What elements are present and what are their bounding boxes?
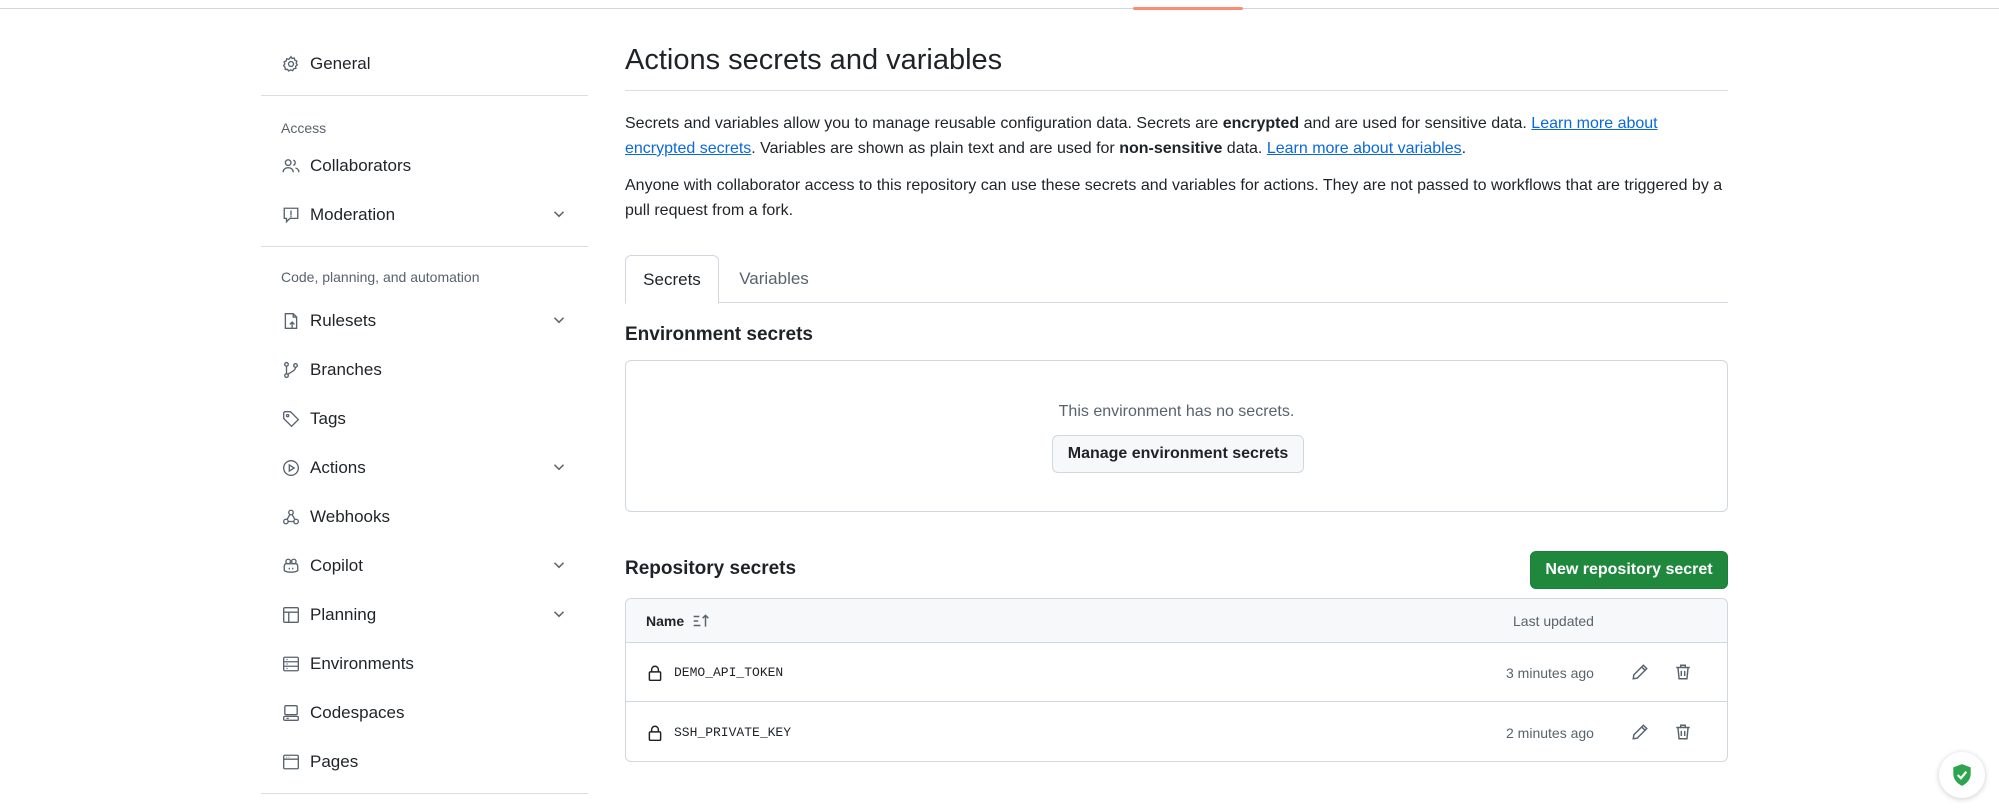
people-icon [281,156,301,176]
delete-secret-button[interactable] [1669,658,1697,686]
table-header: Name Last updated [626,599,1727,643]
main-content: Actions secrets and variables Secrets an… [625,40,1728,762]
sidebar-item-pages[interactable]: Pages [261,737,588,786]
lock-icon [648,665,662,681]
tab-secrets[interactable]: Secrets [625,255,719,304]
branch-icon [281,360,301,380]
intro-bold-non-sensitive: non-sensitive [1119,140,1223,157]
server-icon [281,654,301,674]
sidebar-item-label: Webhooks [310,506,391,526]
new-repository-secret-button[interactable]: New repository secret [1530,551,1728,589]
edit-secret-button[interactable] [1626,718,1654,746]
sidebar-item-label: Tags [310,408,346,428]
edit-secret-button[interactable] [1626,658,1654,686]
top-nav-border [0,0,1999,10]
sort-ascending-icon[interactable] [692,612,710,630]
empty-state-text: This environment has no secrets. [1058,403,1295,420]
sidebar-item-rulesets[interactable]: Rulesets [261,296,588,345]
intro-text: data. [1222,140,1267,157]
intro-text: . [1461,140,1467,157]
sidebar-item-webhooks[interactable]: Webhooks [261,492,588,541]
sidebar-item-environments[interactable]: Environments [261,639,588,688]
column-label: Name [646,613,685,629]
webhook-icon [281,507,301,527]
pencil-icon [1632,664,1648,680]
copilot-icon [281,556,301,576]
secret-name: SSH_PRIVATE_KEY [674,725,792,740]
secret-name: DEMO_API_TOKEN [674,665,784,680]
codespaces-icon [281,703,301,723]
report-icon [281,205,301,225]
sidebar-item-label: Codespaces [310,702,405,722]
sidebar-divider [261,793,588,794]
sidebar-item-planning[interactable]: Planning [261,590,588,639]
chevron-down-icon[interactable] [550,205,568,223]
trash-icon [1676,664,1690,680]
page-title: Actions secrets and variables [625,44,1003,76]
table-row: SSH_PRIVATE_KEY 2 minutes ago [626,703,1727,761]
sidebar-item-codespaces[interactable]: Codespaces [261,688,588,737]
manage-environment-secrets-button[interactable]: Manage environment secrets [1052,435,1304,473]
intro-paragraph: Secrets and variables allow you to manag… [625,111,1728,161]
settings-sidebar: General Access Collaborators Moderation … [261,40,588,794]
browser-icon [281,752,301,772]
chevron-down-icon[interactable] [550,311,568,329]
sidebar-item-label: Copilot [310,555,363,575]
sidebar-item-label: Branches [310,359,382,379]
tag-icon [281,409,301,429]
intro-text: . Variables are shown as plain text and … [751,140,1120,157]
secrets-variables-tabs: Secrets Variables [625,255,1728,304]
sidebar-item-label: Moderation [310,204,396,224]
environment-secrets-heading: Environment secrets [625,324,813,345]
last-updated-time: 2 minutes ago [1506,724,1594,741]
secret-name-cell: DEMO_API_TOKEN [646,643,783,702]
table-row: DEMO_API_TOKEN 3 minutes ago [626,643,1727,702]
chevron-down-icon[interactable] [550,556,568,574]
tab-variables[interactable]: Variables [719,255,829,303]
sidebar-item-label: Environments [310,653,414,673]
sidebar-item-moderation[interactable]: Moderation [261,190,588,239]
table-icon [281,605,301,625]
sidebar-item-collaborators[interactable]: Collaborators [261,141,588,190]
sidebar-item-actions[interactable]: Actions [261,443,588,492]
delete-secret-button[interactable] [1669,718,1697,746]
intro-text: and are used for sensitive data. [1299,115,1532,132]
active-tab-underline [1133,7,1243,10]
sidebar-item-label: Planning [310,604,377,624]
sidebar-item-label: Actions [310,457,366,477]
title-divider [625,90,1728,91]
pencil-icon [1632,724,1648,740]
gear-icon [281,54,301,74]
sidebar-item-copilot[interactable]: Copilot [261,541,588,590]
sidebar-item-branches[interactable]: Branches [261,345,588,394]
rulesets-icon [281,311,301,331]
last-updated-column-header: Last updated [1513,613,1594,629]
lock-icon [648,725,662,741]
sidebar-item-label: Collaborators [310,155,412,175]
shield-check-icon [1953,764,1971,786]
chevron-down-icon[interactable] [550,458,568,476]
access-note: Anyone with collaborator access to this … [625,177,1723,219]
secret-name-cell: SSH_PRIVATE_KEY [646,703,792,761]
sidebar-item-label: Rulesets [310,310,377,330]
name-column-header[interactable]: Name [646,599,710,643]
security-extension-badge[interactable] [1939,752,1985,798]
trash-icon [1676,724,1690,740]
environment-secrets-empty-state: This environment has no secrets. Manage … [625,360,1728,512]
repository-secrets-table: Name Last updated DEMO_API_TOKEN 3 minut… [625,598,1728,762]
play-icon [281,458,301,478]
chevron-down-icon[interactable] [550,605,568,623]
sidebar-section-heading: Code, planning, and automation [281,269,480,285]
last-updated-time: 3 minutes ago [1506,664,1594,681]
learn-more-variables-link[interactable]: Learn more about variables [1267,140,1462,157]
repository-secrets-heading: Repository secrets [625,558,797,579]
sidebar-item-label: Pages [310,751,359,771]
sidebar-item-general[interactable]: General [261,40,588,88]
sidebar-section-heading: Access [281,120,327,136]
intro-bold-encrypted: encrypted [1222,115,1300,132]
sidebar-item-label: General [310,54,371,73]
intro-text: Secrets and variables allow you to manag… [625,115,1223,132]
sidebar-item-tags[interactable]: Tags [261,394,588,443]
